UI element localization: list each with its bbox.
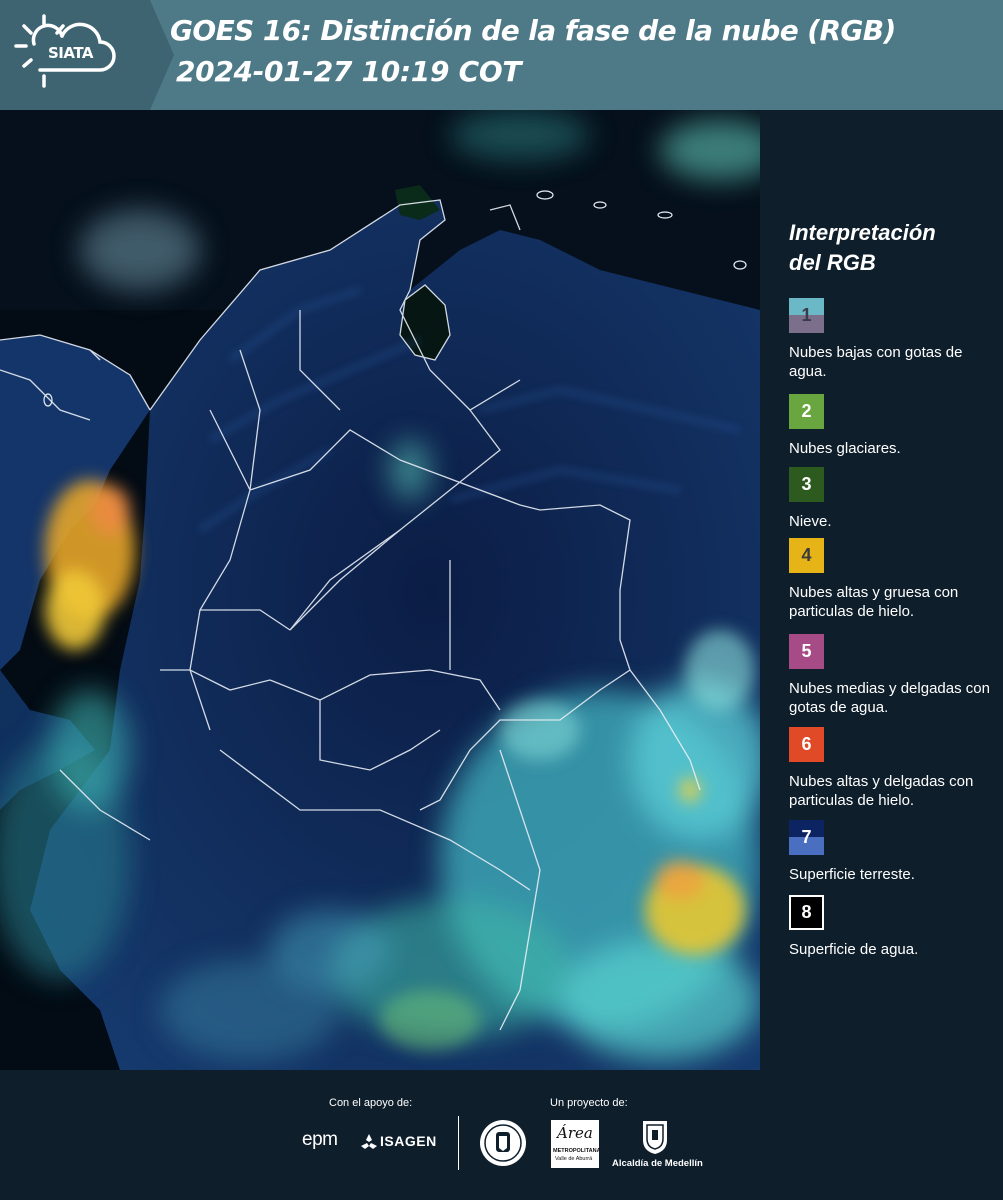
legend-label: Nubes altas y delgadas con particulas de… xyxy=(789,773,974,809)
legend-number: 5 xyxy=(801,641,812,661)
legend-label: Nubes glaciares. xyxy=(789,440,901,457)
page-timestamp: 2024-01-27 10:19 COT xyxy=(176,55,522,88)
legend-swatch-3: 3 xyxy=(789,467,824,502)
university-seal-icon[interactable] xyxy=(478,1118,528,1168)
legend-label: Nubes medias y delgadas con gotas de agu… xyxy=(789,680,990,716)
project-label: Un proyecto de: xyxy=(550,1097,628,1109)
legend-title-line1: Interpretación xyxy=(789,220,936,245)
legend-number: 4 xyxy=(801,545,812,565)
rgb-satellite-image xyxy=(0,110,760,1070)
legend-title: Interpretación del RGB xyxy=(789,218,989,278)
legend-swatch-6: 6 xyxy=(789,727,824,762)
legend-number: 1 xyxy=(801,305,812,325)
siata-logo[interactable]: SIATA xyxy=(0,0,150,110)
legend-swatch-8: 8 xyxy=(789,895,824,930)
epm-logo[interactable]: epm xyxy=(302,1129,338,1151)
alcaldia-medellin-logo[interactable]: Alcaldía de Medellín xyxy=(612,1158,703,1169)
legend-swatch-7: 7 xyxy=(789,820,824,855)
legend-label: Nubes bajas con gotas de agua. xyxy=(789,344,963,380)
legend-item-7: 7 Superficie terreste. xyxy=(789,820,999,884)
isagen-logo[interactable]: ISAGEN xyxy=(380,1133,437,1149)
footer-divider xyxy=(458,1116,459,1170)
support-label: Con el apoyo de: xyxy=(329,1097,413,1109)
header: SIATA GOES 16: Distinción de la fase de … xyxy=(0,0,1003,110)
legend-item-2: 2 Nubes glaciares. xyxy=(789,394,999,458)
legend-item-5: 5 Nubes medias y delgadas con gotas de a… xyxy=(789,634,999,717)
legend-item-4: 4 Nubes altas y gruesa con particulas de… xyxy=(789,538,999,621)
logo-text: SIATA xyxy=(48,44,94,62)
legend-item-3: 3 Nieve. xyxy=(789,467,999,531)
legend-swatch-1: 1 xyxy=(789,298,824,333)
page-title: GOES 16: Distinción de la fase de la nub… xyxy=(170,14,896,47)
footer: Con el apoyo de: Un proyecto de: epm ISA… xyxy=(0,1070,1003,1200)
legend-label: Nubes altas y gruesa con particulas de h… xyxy=(789,584,959,620)
legend-panel: Interpretación del RGB 1 Nubes bajas con… xyxy=(760,110,1003,1070)
medellin-coat-of-arms-icon xyxy=(643,1121,667,1154)
legend-swatch-4: 4 xyxy=(789,538,824,573)
legend-number: 8 xyxy=(801,902,812,922)
legend-item-1: 1 Nubes bajas con gotas de agua. xyxy=(789,298,999,381)
legend-item-6: 6 Nubes altas y delgadas con particulas … xyxy=(789,727,999,810)
legend-title-line2: del RGB xyxy=(789,250,876,275)
legend-number: 2 xyxy=(801,401,812,421)
satellite-map[interactable] xyxy=(0,110,760,1070)
legend-number: 7 xyxy=(801,827,812,847)
legend-label: Superficie de agua. xyxy=(789,941,919,958)
legend-number: 6 xyxy=(801,734,812,754)
legend-swatch-2: 2 xyxy=(789,394,824,429)
legend-number: 3 xyxy=(801,474,812,494)
legend-swatch-5: 5 xyxy=(789,634,824,669)
area-metropolitana-logo[interactable]: Área METROPOLITANA Valle de Aburrá xyxy=(551,1120,601,1168)
legend-item-8: 8 Superficie de agua. xyxy=(789,895,999,959)
isagen-logo-icon xyxy=(361,1134,377,1149)
legend-label: Nieve. xyxy=(789,513,832,530)
legend-label: Superficie terreste. xyxy=(789,866,915,883)
